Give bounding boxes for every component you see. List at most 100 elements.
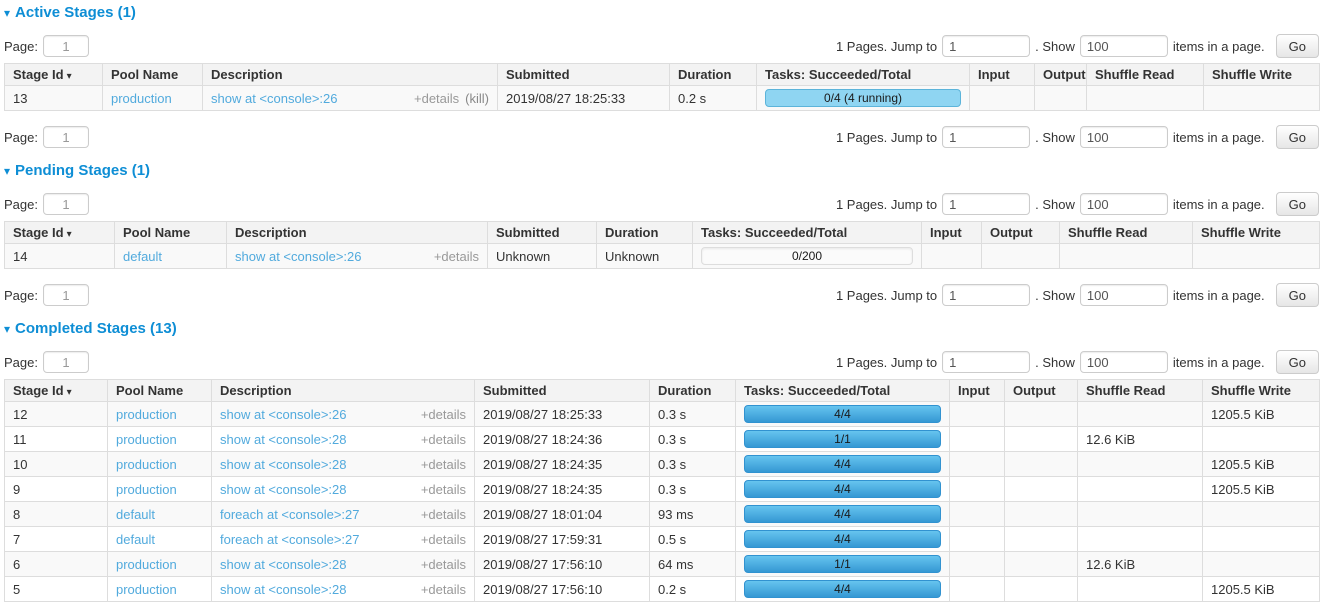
output-cell [1005,452,1078,477]
items-per-page-input[interactable] [1080,284,1168,306]
col-stage-id[interactable]: Stage Id▾ [5,380,108,402]
col-submitted[interactable]: Submitted [488,222,597,244]
col-shuffle-write[interactable]: Shuffle Write [1203,380,1320,402]
col-pool-name[interactable]: Pool Name [115,222,227,244]
col-shuffle-read[interactable]: Shuffle Read [1087,64,1204,86]
col-pool-name[interactable]: Pool Name [103,64,203,86]
col-input[interactable]: Input [922,222,982,244]
submitted-cell: Unknown [488,244,597,269]
col-description[interactable]: Description [203,64,498,86]
details-toggle[interactable]: +details [421,407,466,422]
go-button[interactable]: Go [1276,34,1319,58]
details-toggle[interactable]: +details [421,532,466,547]
stage-id-cell: 11 [5,427,108,452]
details-toggle[interactable]: +details [421,457,466,472]
pool-name-link[interactable]: production [116,582,177,597]
items-per-page-input[interactable] [1080,351,1168,373]
pool-name-link[interactable]: production [111,91,172,106]
table-row: 6 production show at <console>:28 +detai… [5,552,1320,577]
page-number-input[interactable] [43,351,89,373]
description-link[interactable]: foreach at <console>:27 [220,507,360,522]
jump-to-page-input[interactable] [942,193,1030,215]
details-toggle[interactable]: +details [421,582,466,597]
col-submitted[interactable]: Submitted [475,380,650,402]
pending-stages-header[interactable]: ▾ Pending Stages (1) [4,162,1319,179]
page-number-input[interactable] [43,126,89,148]
description-link[interactable]: show at <console>:26 [220,407,346,422]
col-shuffle-read[interactable]: Shuffle Read [1078,380,1203,402]
duration-cell: Unknown [597,244,693,269]
col-tasks[interactable]: Tasks: Succeeded/Total [757,64,970,86]
details-toggle[interactable]: +details [414,91,459,106]
col-output[interactable]: Output [1035,64,1087,86]
description-link[interactable]: show at <console>:28 [220,432,346,447]
col-submitted[interactable]: Submitted [498,64,670,86]
stage-id-cell: 5 [5,577,108,602]
col-tasks[interactable]: Tasks: Succeeded/Total [736,380,950,402]
active-stages-header[interactable]: ▾ Active Stages (1) [4,4,1319,21]
description-link[interactable]: show at <console>:28 [220,457,346,472]
col-description[interactable]: Description [212,380,475,402]
details-toggle[interactable]: +details [421,432,466,447]
col-stage-id[interactable]: Stage Id▾ [5,222,115,244]
jump-to-page-input[interactable] [942,351,1030,373]
col-output[interactable]: Output [982,222,1060,244]
col-duration[interactable]: Duration [597,222,693,244]
duration-cell: 0.3 s [650,402,736,427]
col-input[interactable]: Input [950,380,1005,402]
page-number-input[interactable] [43,35,89,57]
details-toggle[interactable]: +details [421,482,466,497]
col-stage-id[interactable]: Stage Id▾ [5,64,103,86]
go-button[interactable]: Go [1276,192,1319,216]
description-link[interactable]: show at <console>:28 [220,557,346,572]
pool-name-link[interactable]: default [123,249,162,264]
pool-name-link[interactable]: production [116,432,177,447]
description-link[interactable]: show at <console>:26 [211,91,337,106]
col-description[interactable]: Description [227,222,488,244]
col-output[interactable]: Output [1005,380,1078,402]
page-number-input[interactable] [43,284,89,306]
description-link[interactable]: show at <console>:28 [220,582,346,597]
col-duration[interactable]: Duration [670,64,757,86]
pool-name-link[interactable]: production [116,407,177,422]
col-tasks[interactable]: Tasks: Succeeded/Total [693,222,922,244]
completed-stages-header[interactable]: ▾ Completed Stages (13) [4,320,1319,337]
submitted-cell: 2019/08/27 18:24:36 [475,427,650,452]
col-shuffle-write[interactable]: Shuffle Write [1204,64,1320,86]
page-number-input[interactable] [43,193,89,215]
task-progress-bar: 0/4 (4 running) [765,89,961,107]
kill-link[interactable]: (kill) [465,91,489,106]
jump-to-page-input[interactable] [942,126,1030,148]
pool-name-link[interactable]: production [116,482,177,497]
col-shuffle-read[interactable]: Shuffle Read [1060,222,1193,244]
items-per-page-input[interactable] [1080,35,1168,57]
go-button[interactable]: Go [1276,125,1319,149]
jump-to-page-input[interactable] [942,35,1030,57]
shuffle-write-cell [1203,502,1320,527]
details-toggle[interactable]: +details [434,249,479,264]
jump-to-page-input[interactable] [942,284,1030,306]
submitted-cell: 2019/08/27 18:25:33 [475,402,650,427]
page-label: Page: [4,39,38,54]
details-toggle[interactable]: +details [421,507,466,522]
pool-name-link[interactable]: default [116,532,155,547]
description-link[interactable]: foreach at <console>:27 [220,532,360,547]
go-button[interactable]: Go [1276,350,1319,374]
table-row: 7 default foreach at <console>:27 +detai… [5,527,1320,552]
pool-name-link[interactable]: production [116,457,177,472]
col-pool-name[interactable]: Pool Name [108,380,212,402]
items-per-page-input[interactable] [1080,193,1168,215]
items-suffix-text: items in a page. [1173,39,1265,54]
col-duration[interactable]: Duration [650,380,736,402]
items-per-page-input[interactable] [1080,126,1168,148]
col-shuffle-write[interactable]: Shuffle Write [1193,222,1320,244]
details-toggle[interactable]: +details [421,557,466,572]
col-input[interactable]: Input [970,64,1035,86]
duration-cell: 0.3 s [650,477,736,502]
pool-name-link[interactable]: production [116,557,177,572]
description-link[interactable]: show at <console>:26 [235,249,361,264]
description-link[interactable]: show at <console>:28 [220,482,346,497]
pool-name-link[interactable]: default [116,507,155,522]
go-button[interactable]: Go [1276,283,1319,307]
active-pagination-bottom: Page: 1 Pages. Jump to . Show items in a… [4,124,1319,150]
